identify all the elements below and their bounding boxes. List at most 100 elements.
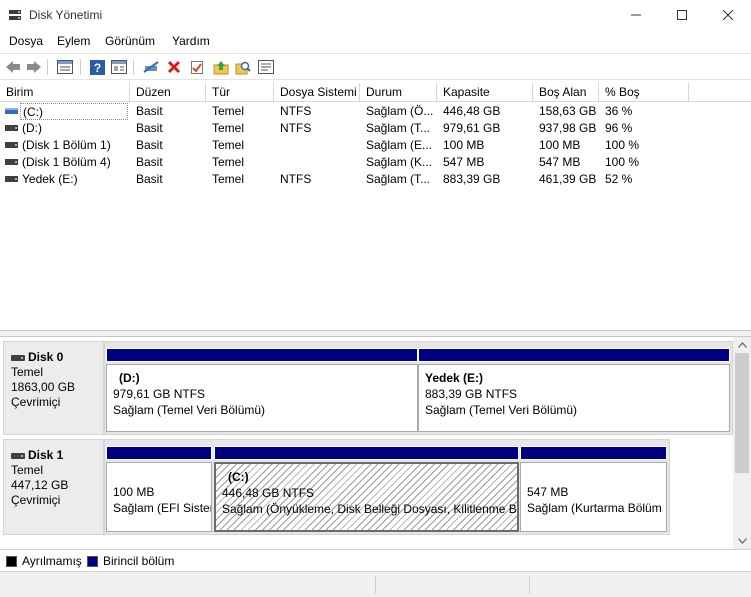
disk-management-icon — [9, 10, 21, 20]
volume-capacity: 446,48 GB — [443, 104, 501, 118]
menu-dosya[interactable]: Dosya — [9, 34, 43, 48]
column-header-kapasite[interactable]: Kapasite — [437, 83, 533, 102]
connect-button[interactable] — [142, 58, 160, 76]
table-row[interactable]: (D:) Basit Temel NTFS Sağlam (T... 979,6… — [0, 120, 751, 137]
column-header-bos-alan[interactable]: Boş Alan — [533, 83, 599, 102]
disk-size: 447,12 GB — [11, 478, 69, 492]
close-button[interactable] — [705, 0, 751, 30]
table-row[interactable]: (Disk 1 Bölüm 1) Basit Temel Sağlam (E..… — [0, 137, 751, 154]
volume-type: Temel — [212, 155, 245, 169]
partition-size: 100 MB — [113, 485, 155, 499]
column-header-durum[interactable]: Durum — [360, 83, 437, 102]
column-header-tur[interactable]: Tür — [206, 83, 274, 102]
scroll-up-button[interactable] — [733, 337, 751, 353]
scroll-thumb[interactable] — [735, 353, 749, 473]
volume-free-percent: 96 % — [605, 121, 633, 135]
title-bar: Disk Yönetimi — [0, 0, 751, 30]
column-header-yuzde-bos[interactable]: % Boş — [599, 83, 689, 102]
volume-capacity: 883,39 GB — [443, 172, 501, 186]
volume-name: (Disk 1 Bölüm 4) — [22, 155, 111, 169]
column-header-birim[interactable]: Birim — [0, 83, 130, 102]
maximize-button[interactable] — [659, 0, 705, 30]
volume-filesystem: NTFS — [280, 104, 312, 118]
volume-name: Yedek (E:) — [22, 172, 78, 186]
disk-type: Temel — [11, 365, 44, 379]
disk-state: Çevrimiçi — [11, 395, 61, 409]
search-icon — [235, 61, 251, 74]
partition-size: 446,48 GB NTFS — [222, 486, 315, 500]
up-folder-icon — [213, 60, 229, 74]
volume-type: Temel — [212, 104, 245, 118]
partition-recovery[interactable]: 547 MB Sağlam (Kurtarma Bölüm — [520, 446, 667, 532]
properties-button[interactable] — [110, 58, 128, 76]
chevron-down-icon — [737, 538, 747, 544]
partition-bar — [520, 446, 667, 460]
volume-layout: Basit — [136, 155, 163, 169]
disk-name-text: Disk 1 — [28, 448, 64, 462]
search-button[interactable] — [234, 58, 252, 76]
volume-layout: Basit — [136, 104, 163, 118]
partition-body: 547 MB Sağlam (Kurtarma Bölüm — [520, 462, 667, 532]
volume-icon — [5, 108, 18, 114]
list-view-button[interactable] — [56, 58, 74, 76]
disk-0-partitions: (D:) 979,61 GB NTFS Sağlam (Temel Veri B… — [104, 341, 733, 435]
console-button[interactable] — [257, 58, 275, 76]
disk-type: Temel — [11, 463, 44, 477]
disk-1-label[interactable]: Disk 1 Temel 447,12 GB Çevrimiçi — [3, 439, 104, 535]
window-title: Disk Yönetimi — [29, 8, 103, 22]
toolbar-separator — [133, 59, 134, 75]
disk-icon — [11, 355, 25, 361]
minimize-button[interactable] — [613, 0, 659, 30]
volume-type: Temel — [212, 138, 245, 152]
disk-0-label[interactable]: Disk 0 Temel 1863,00 GB Çevrimiçi — [3, 341, 104, 435]
check-button[interactable] — [188, 58, 206, 76]
table-row[interactable]: Yedek (E:) Basit Temel NTFS Sağlam (T...… — [0, 171, 751, 188]
volume-name: (C:) — [20, 103, 128, 120]
partition-body: (D:) 979,61 GB NTFS Sağlam (Temel Veri B… — [106, 364, 418, 432]
volume-name: (Disk 1 Bölüm 1) — [22, 138, 111, 152]
partition-size: 979,61 GB NTFS — [113, 387, 206, 401]
partition-d[interactable]: (D:) 979,61 GB NTFS Sağlam (Temel Veri B… — [106, 348, 418, 432]
disk-name: Disk 0 — [11, 350, 103, 365]
volume-free-percent: 36 % — [605, 104, 633, 118]
partition-status: Sağlam (Temel Veri Bölümü) — [113, 403, 266, 417]
volume-capacity: 979,61 GB — [443, 121, 501, 135]
table-row[interactable]: (Disk 1 Bölüm 4) Basit Temel Sağlam (K..… — [0, 154, 751, 171]
volume-capacity: 100 MB — [443, 138, 485, 152]
help-icon: ? — [89, 59, 105, 75]
partition-size: 547 MB — [527, 485, 569, 499]
minimize-icon — [631, 14, 641, 16]
partition-yedek-e[interactable]: Yedek (E:) 883,39 GB NTFS Sağlam (Temel … — [418, 348, 730, 432]
back-button[interactable] — [4, 58, 22, 76]
up-folder-button[interactable] — [212, 58, 230, 76]
toolbar-separator — [80, 59, 81, 75]
check-icon — [191, 60, 203, 74]
legend-label: Birincil bölüm — [103, 554, 175, 568]
menu-eylem[interactable]: Eylem — [57, 34, 90, 48]
status-divider — [529, 576, 530, 594]
volume-free-space: 158,63 GB — [539, 104, 597, 118]
legend-item-unallocated: Ayrılmamış — [6, 554, 82, 568]
partition-efi[interactable]: 100 MB Sağlam (EFI Sister — [106, 446, 212, 532]
help-button[interactable]: ? — [88, 58, 106, 76]
volume-name: (D:) — [22, 121, 42, 135]
column-header-duzen[interactable]: Düzen — [130, 83, 206, 102]
menu-gorunum[interactable]: Görünüm — [105, 34, 155, 48]
volume-icon — [5, 159, 18, 165]
table-row[interactable]: (C:) Basit Temel NTFS Sağlam (Ö... 446,4… — [0, 103, 751, 120]
connect-icon — [143, 61, 159, 73]
legend-swatch — [87, 555, 98, 567]
forward-button[interactable] — [25, 58, 43, 76]
disk-state: Çevrimiçi — [11, 493, 61, 507]
scroll-down-button[interactable] — [733, 533, 751, 549]
column-header-dosya-sistemi[interactable]: Dosya Sistemi — [274, 83, 360, 102]
forward-arrow-icon — [27, 61, 41, 73]
volume-layout: Basit — [136, 172, 163, 186]
volume-free-percent: 100 % — [605, 138, 640, 152]
disk-map-scrollbar[interactable] — [733, 337, 751, 549]
menu-yardim[interactable]: Yardım — [172, 34, 210, 48]
delete-button[interactable] — [165, 58, 183, 76]
partition-c[interactable]: (C:) 446,48 GB NTFS Sağlam (Önyükleme, D… — [214, 446, 519, 532]
volume-status: Sağlam (Ö... — [366, 104, 434, 118]
disk-icon — [11, 453, 25, 459]
